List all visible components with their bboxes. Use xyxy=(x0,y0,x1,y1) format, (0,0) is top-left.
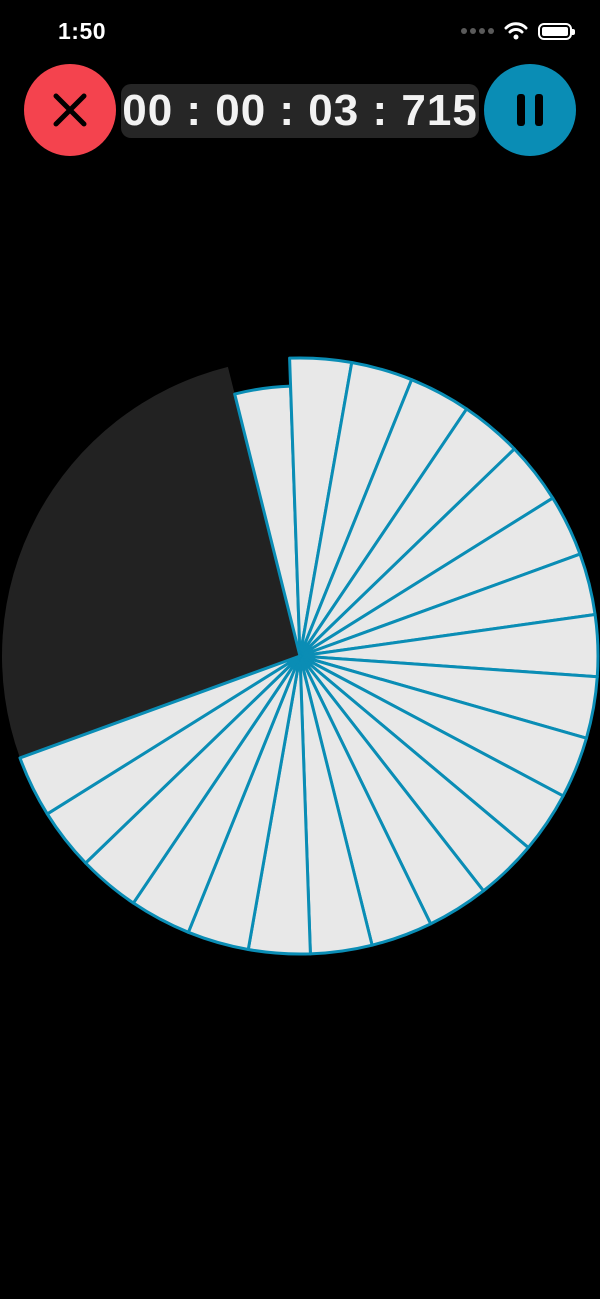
cellular-signal-icon xyxy=(461,28,494,34)
status-bar: 1:50 xyxy=(0,0,600,64)
status-time: 1:50 xyxy=(58,18,107,44)
pause-button[interactable] xyxy=(484,64,576,156)
timer-display: 00 : 00 : 03 : 715 xyxy=(121,84,479,138)
timer-wheel xyxy=(0,352,600,962)
wifi-icon xyxy=(504,22,528,40)
timer-wheel-graphic xyxy=(1,356,600,956)
status-icons xyxy=(461,22,575,40)
cancel-button[interactable] xyxy=(24,64,116,156)
pause-icon xyxy=(517,94,543,126)
close-icon xyxy=(53,93,87,127)
battery-icon xyxy=(538,22,575,40)
